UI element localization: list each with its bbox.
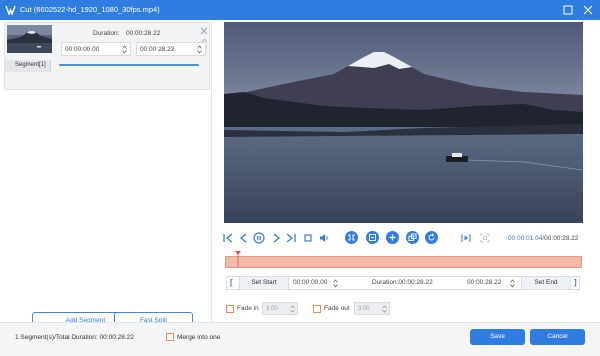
current-time: 00:00:01.04 <box>508 235 543 242</box>
segment-end-input[interactable]: 00:00:28.22 <box>136 42 206 56</box>
segment-thumbnail <box>7 25 52 53</box>
segment-end-value: 00:00:28.22 <box>140 46 175 53</box>
duplicate-icon[interactable] <box>406 231 419 244</box>
rotate-icon[interactable] <box>425 231 438 244</box>
trim-icon[interactable] <box>345 231 358 244</box>
trim-duration: Duration:00:00:28.22 <box>372 279 433 286</box>
segment-duration-value: 00:00:28.22 <box>126 30 161 37</box>
save-button[interactable]: Save <box>470 329 525 345</box>
trim-timeline[interactable] <box>225 256 582 268</box>
stepper-icon[interactable] <box>382 305 387 313</box>
merge-checkbox[interactable] <box>166 333 174 341</box>
segment-duration-label: Duration: <box>93 30 120 37</box>
prev-frame-icon[interactable] <box>238 232 250 244</box>
next-frame-icon[interactable] <box>270 232 282 244</box>
stepper-icon[interactable] <box>197 45 202 54</box>
stepper-icon[interactable] <box>510 279 515 288</box>
segment-card[interactable]: Duration: 00:00:28.22 00:00:00.00 00:00:… <box>4 22 210 90</box>
status-text: 1 Segment(s)/Total Duration: 00:00:28.22 <box>15 334 134 341</box>
window-title: Cut (6602522-hd_1920_1080_30fps.mp4) <box>20 5 160 14</box>
segment-list-panel: Duration: 00:00:28.22 00:00:00.00 00:00:… <box>0 20 212 329</box>
fade-out-checkbox[interactable] <box>313 305 321 313</box>
trim-range-row: [ Set Start 00:00:00.00 Duration:00:00:2… <box>226 276 580 290</box>
footer-bar: 1 Segment(s)/Total Duration: 00:00:28.22… <box>0 322 600 356</box>
add-icon[interactable] <box>386 231 399 244</box>
end-bracket-icon: ] <box>574 278 577 287</box>
stepper-icon[interactable] <box>122 45 127 54</box>
stepper-icon[interactable] <box>333 279 338 288</box>
skip-end-icon[interactable] <box>285 232 297 244</box>
playhead-marker-icon[interactable] <box>235 251 242 267</box>
fade-in-input[interactable]: 3.00 <box>262 302 298 315</box>
set-start-button[interactable]: Set Start <box>239 277 289 289</box>
jump-start-icon[interactable] <box>460 232 472 244</box>
skip-start-icon[interactable] <box>222 232 234 244</box>
start-bracket-icon: [ <box>230 278 233 287</box>
trim-start-input[interactable]: 00:00:00.00 <box>293 279 327 286</box>
cancel-button[interactable]: Cancel <box>530 329 585 345</box>
set-end-button[interactable]: Set End <box>521 277 571 289</box>
fullscreen-icon[interactable] <box>479 232 491 244</box>
maximize-icon[interactable] <box>562 4 574 16</box>
close-icon[interactable] <box>582 4 594 16</box>
segment-close-icon[interactable] <box>200 27 208 35</box>
copy-icon[interactable] <box>366 231 379 244</box>
title-bar: Cut (6602522-hd_1920_1080_30fps.mp4) <box>0 0 600 20</box>
fade-out-value: 3.00 <box>358 306 370 312</box>
fade-out-input[interactable]: 3.00 <box>354 302 390 315</box>
segment-tag: Segment[1] <box>5 60 51 72</box>
fade-in-checkbox[interactable] <box>226 305 234 313</box>
fade-in-value: 3.00 <box>266 306 278 312</box>
merge-label: Merge into one <box>177 334 221 341</box>
fade-out-label: Fade out <box>324 305 350 312</box>
trim-end-input[interactable]: 00:00:28.22 <box>467 279 501 286</box>
video-preview[interactable] <box>224 22 583 223</box>
segment-range-bar <box>59 64 199 66</box>
app-logo-icon <box>5 5 16 15</box>
stop-icon[interactable] <box>302 232 314 244</box>
segment-start-value: 00:00:00.00 <box>65 46 100 53</box>
time-readout: 00:00:01.04/00:00:28.22 <box>508 235 579 242</box>
total-time: 00:00:28.22 <box>544 235 579 242</box>
fade-in-label: Fade in <box>237 305 259 312</box>
volume-icon[interactable] <box>318 232 330 244</box>
segment-start-input[interactable]: 00:00:00.00 <box>61 42 131 56</box>
stepper-icon[interactable] <box>290 305 295 313</box>
pause-icon[interactable] <box>253 232 265 244</box>
